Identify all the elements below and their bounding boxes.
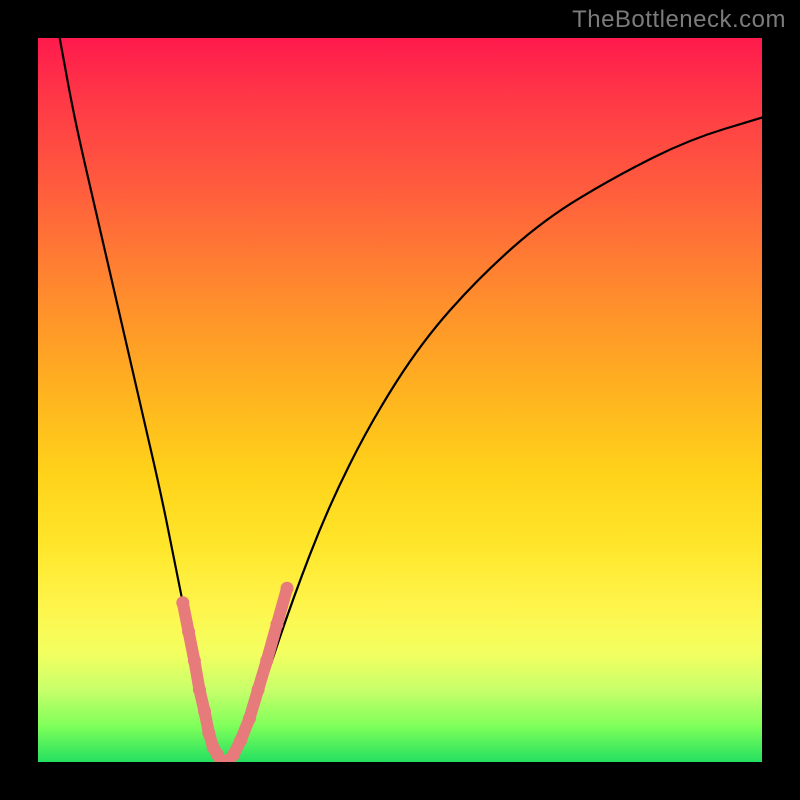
marker-dot: [227, 748, 240, 761]
bottleneck-curve: [60, 38, 762, 758]
marker-dot: [234, 734, 247, 747]
outer-frame: TheBottleneck.com: [0, 0, 800, 800]
marker-dot: [270, 618, 283, 631]
watermark-text: TheBottleneck.com: [572, 6, 786, 34]
marker-dot: [281, 582, 294, 595]
marker-dot: [193, 683, 206, 696]
marker-dot: [182, 625, 195, 638]
marker-dot: [188, 654, 201, 667]
marker-dot: [176, 596, 189, 609]
marker-dot: [260, 654, 273, 667]
plot-area: [38, 38, 762, 762]
chart-svg: [38, 38, 762, 762]
marker-group: [176, 582, 293, 762]
marker-dot: [243, 712, 256, 725]
marker-dot: [198, 705, 211, 718]
marker-dot: [202, 727, 215, 740]
marker-dot: [252, 683, 265, 696]
